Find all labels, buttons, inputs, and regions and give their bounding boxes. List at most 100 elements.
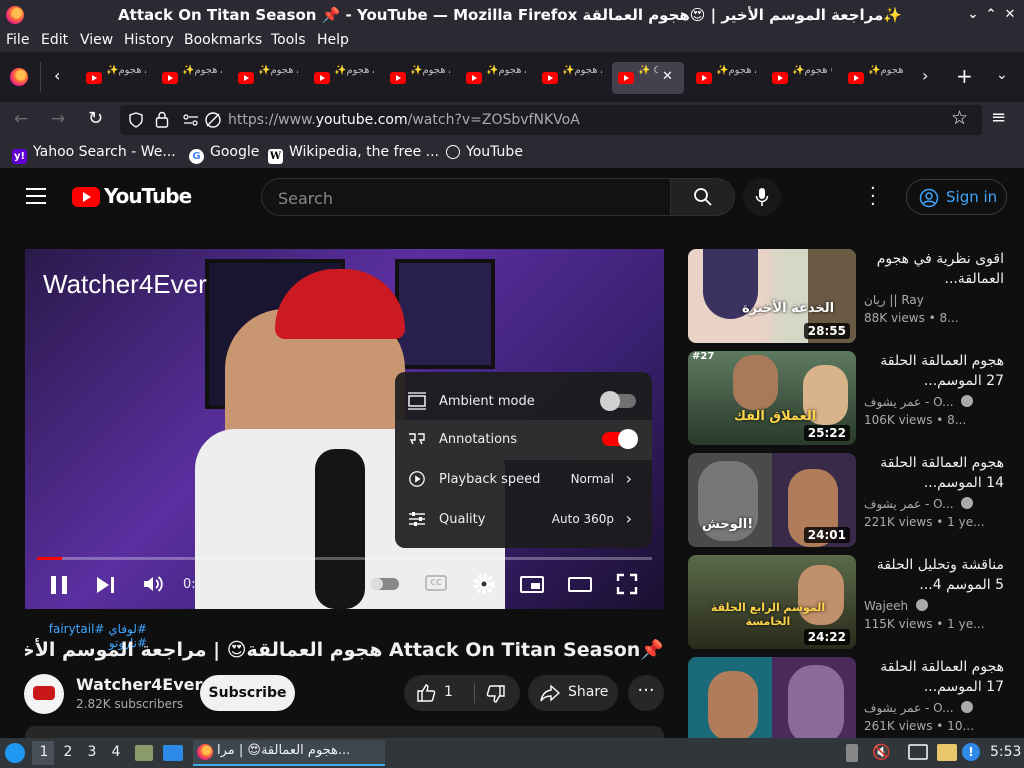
autoplay-toggle[interactable] xyxy=(371,578,399,590)
workspace-4[interactable]: 4 xyxy=(108,744,124,760)
url-text[interactable]: https://www.youtube.com/watch?v=ZOSbvfNK… xyxy=(228,112,580,128)
video-thumbnail[interactable]: الوحش! 24:01 xyxy=(688,453,856,547)
description-box[interactable] xyxy=(25,726,664,738)
annotations-row[interactable]: Annotations xyxy=(395,420,652,460)
tab-scroll-left-icon[interactable]: ‹ xyxy=(54,66,60,85)
url-bar[interactable]: https://www.youtube.com/watch?v=ZOSbvfNK… xyxy=(120,105,982,135)
ambient-mode-toggle[interactable] xyxy=(600,391,636,411)
search-box[interactable]: Search xyxy=(261,178,735,216)
menu-edit[interactable]: Edit xyxy=(41,32,68,48)
video-thumbnail[interactable]: الخدعة الأخيرة 28:55 xyxy=(688,249,856,343)
ambient-mode-row[interactable]: Ambient mode xyxy=(395,382,652,422)
bookmark-star-icon[interactable]: ☆ xyxy=(951,107,968,129)
scroll-indicator-icon[interactable] xyxy=(846,744,858,762)
volume-muted-icon[interactable]: 🔇 xyxy=(872,743,891,761)
bookmark-youtube[interactable]: YouTube xyxy=(446,144,523,160)
youtube-logo-icon[interactable] xyxy=(72,187,100,207)
more-actions-button[interactable]: ··· xyxy=(628,675,664,711)
shield-icon[interactable] xyxy=(128,112,144,128)
related-video-title[interactable]: هجوم العمالقة الحلقة 17 الموسم... xyxy=(864,657,1004,697)
video-thumbnail[interactable]: الموسم الرابع الحلقة الخامسة 24:22 xyxy=(688,555,856,649)
permissions-icon[interactable] xyxy=(182,112,200,128)
close-window-button[interactable]: ✕ xyxy=(999,4,1021,26)
related-video-title[interactable]: مناقشة وتحليل الحلقة 5 الموسم 4... xyxy=(864,555,1004,595)
tab[interactable]: ✨هجوم AYING xyxy=(536,62,608,94)
related-video-card[interactable]: هجوم العمالقة الحلقة 17 الموسم... عمر يش… xyxy=(688,657,1018,738)
tab[interactable]: ✨هجوم AYING xyxy=(460,62,532,94)
autoplay-blocked-icon[interactable] xyxy=(204,111,222,129)
related-video-card[interactable]: الخدعة الأخيرة 28:55 اقوى نظرية في هجوم … xyxy=(688,249,1018,343)
channel-avatar[interactable] xyxy=(24,674,64,714)
progress-bar[interactable] xyxy=(37,557,652,560)
quality-row[interactable]: Quality Auto 360p › xyxy=(395,500,652,540)
related-video-card[interactable]: #27 العملاق الفك 25:22 هجوم العمالقة الح… xyxy=(688,351,1018,445)
related-video-title[interactable]: هجوم العمالقة الحلقة 14 الموسم... xyxy=(864,453,1004,493)
search-input[interactable]: Search xyxy=(278,189,333,208)
playback-speed-row[interactable]: Playback speed Normal › xyxy=(395,460,652,500)
tab[interactable]: ✨هجوم AYING xyxy=(80,62,152,94)
pause-icon[interactable] xyxy=(51,576,67,594)
workspace-3[interactable]: 3 xyxy=(84,744,100,760)
bookmark-wikipedia[interactable]: W Wikipedia, the free ... xyxy=(268,144,439,164)
subscribe-button[interactable]: Subscribe xyxy=(200,675,295,711)
new-tab-icon[interactable]: + xyxy=(956,64,973,88)
taskbar-firefox-window[interactable]: هجوم العمالقة😍 | مرا... xyxy=(193,740,385,766)
bookmark-google[interactable]: G Google xyxy=(189,144,259,164)
desktop-icon[interactable] xyxy=(163,745,183,761)
related-video-title[interactable]: اقوى نظرية في هجوم العمالقة... xyxy=(864,249,1004,289)
close-tab-icon[interactable]: ✕ xyxy=(662,69,673,84)
theater-mode-icon[interactable] xyxy=(568,577,592,592)
miniplayer-icon[interactable] xyxy=(520,576,544,593)
workspace-1[interactable]: 1 xyxy=(36,744,52,760)
like-button[interactable]: 1 xyxy=(404,675,474,711)
workspace-2[interactable]: 2 xyxy=(60,744,76,760)
menu-file[interactable]: File xyxy=(6,32,29,48)
share-button[interactable]: Share xyxy=(528,675,618,711)
video-thumbnail[interactable] xyxy=(688,657,856,738)
tab-active[interactable]: ✨ G ✕ xyxy=(612,62,684,94)
related-channel[interactable]: عمر يشوف - O... xyxy=(864,497,974,511)
bookmark-yahoo[interactable]: y! Yahoo Search - We... xyxy=(12,144,176,164)
menu-tools[interactable]: Tools xyxy=(271,32,306,48)
channel-name[interactable]: Watcher4Ever xyxy=(76,675,202,694)
related-video-card[interactable]: الوحش! 24:01 هجوم العمالقة الحلقة 14 الم… xyxy=(688,453,1018,547)
tab[interactable]: ✨هجوم AYING xyxy=(690,62,762,94)
tab[interactable]: ✨هجوم AYING xyxy=(156,62,228,94)
related-channel[interactable]: ريان || Ray xyxy=(864,293,924,307)
dislike-button[interactable] xyxy=(475,675,520,711)
menu-help[interactable]: Help xyxy=(317,32,349,48)
sign-in-button[interactable]: Sign in xyxy=(906,179,1007,215)
menu-history[interactable]: History xyxy=(124,32,174,48)
display-icon[interactable] xyxy=(908,744,928,760)
clipboard-icon[interactable] xyxy=(937,744,957,761)
tab[interactable]: ✨هجوم AYING xyxy=(232,62,304,94)
search-button[interactable] xyxy=(670,179,734,215)
voice-search-button[interactable] xyxy=(743,178,781,216)
related-channel[interactable]: Wajeeh xyxy=(864,599,928,613)
back-icon[interactable]: ← xyxy=(14,109,28,129)
hamburger-menu-icon[interactable]: ≡ xyxy=(991,107,1006,128)
tab[interactable]: ✨هجوم AYING xyxy=(308,62,380,94)
video-thumbnail[interactable]: #27 العملاق الفك 25:22 xyxy=(688,351,856,445)
youtube-logo-text[interactable]: YouTube xyxy=(104,184,192,208)
tab[interactable]: ✨هجوم xyxy=(842,62,914,94)
lock-icon[interactable] xyxy=(155,111,169,128)
file-manager-icon[interactable] xyxy=(135,745,153,761)
tab-scroll-right-icon[interactable]: › xyxy=(922,66,928,85)
firefox-view-icon[interactable] xyxy=(10,68,28,86)
menu-view[interactable]: View xyxy=(80,32,113,48)
guide-menu-icon[interactable] xyxy=(26,188,46,204)
annotations-toggle[interactable] xyxy=(602,429,638,449)
forward-icon[interactable]: → xyxy=(51,109,65,129)
captions-icon[interactable]: CC xyxy=(425,575,447,591)
related-video-title[interactable]: هجوم العمالقة الحلقة 27 الموسم... xyxy=(864,351,1004,391)
reload-icon[interactable]: ↻ xyxy=(88,108,103,129)
fullscreen-icon[interactable] xyxy=(616,573,638,595)
list-all-tabs-icon[interactable]: ⌄ xyxy=(996,67,1008,83)
more-options-icon[interactable]: · · · xyxy=(870,180,876,214)
settings-gear-icon[interactable] xyxy=(472,572,496,596)
next-icon[interactable] xyxy=(97,577,109,593)
notifications-icon[interactable]: ! xyxy=(962,743,980,761)
related-channel[interactable]: عمر يشوف - O... xyxy=(864,701,974,715)
related-video-card[interactable]: الموسم الرابع الحلقة الخامسة 24:22 مناقش… xyxy=(688,555,1018,649)
